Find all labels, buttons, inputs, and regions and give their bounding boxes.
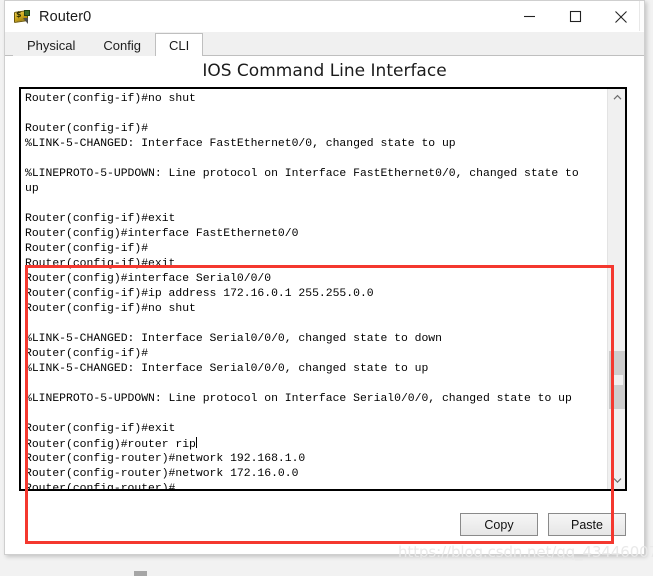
- terminal-line: %LINEPROTO-5-UPDOWN: Line protocol on In…: [25, 393, 572, 405]
- tab-physical[interactable]: Physical: [13, 33, 90, 56]
- maximize-icon: [569, 10, 581, 23]
- router-icon: $: [13, 8, 31, 26]
- text-caret: [195, 437, 197, 448]
- window-edge-sliver: [639, 1, 644, 31]
- terminal-text[interactable]: Router(config-if)#no shut Router(config-i…: [21, 89, 607, 489]
- scrollbar-down-button[interactable]: [608, 472, 626, 489]
- paste-button[interactable]: Paste: [548, 513, 626, 536]
- terminal-line: %LINEPROTO-5-UPDOWN: Line protocol on In…: [25, 168, 579, 180]
- terminal-line: Router(config-router)#network 192.168.1.…: [25, 453, 306, 465]
- watermark: https://blog.csdn.net/qq_43446007: [398, 543, 653, 561]
- terminal-line: Router(config-if)#exit: [25, 213, 176, 225]
- button-row: Copy Paste: [460, 513, 626, 536]
- scrollbar-thumb[interactable]: [609, 351, 625, 409]
- terminal-line: Router(config-if)#exit: [25, 258, 176, 270]
- terminal-line: Router(config-if)#: [25, 123, 149, 135]
- terminal-line: %LINK-5-CHANGED: Interface FastEthernet0…: [25, 138, 456, 150]
- terminal-line: Router(config-if)#exit: [25, 423, 176, 435]
- router-properties-window: $ Router0 Physical Config CLI IOS Comman…: [4, 0, 645, 555]
- title-bar: $ Router0: [5, 1, 644, 32]
- terminal-line: Router(config-router)#: [25, 483, 176, 489]
- chevron-up-icon: [613, 94, 621, 100]
- terminal-line: up: [25, 183, 39, 195]
- tab-physical-label: Physical: [27, 38, 76, 53]
- terminal-line: %LINK-5-CHANGED: Interface Serial0/0/0, …: [25, 333, 442, 345]
- terminal-line: Router(config-if)#no shut: [25, 303, 196, 315]
- terminal-line: Router(config)#interface Serial0/0/0: [25, 273, 272, 285]
- tab-strip: Physical Config CLI: [5, 32, 644, 56]
- terminal-line: Router(config-if)#: [25, 348, 149, 360]
- terminal-scrollbar[interactable]: [607, 89, 625, 489]
- minimize-button[interactable]: [506, 1, 552, 32]
- terminal-line: Router(config-if)#: [25, 243, 149, 255]
- copy-button[interactable]: Copy: [460, 513, 538, 536]
- maximize-button[interactable]: [552, 1, 598, 32]
- terminal-line: Router(config-router)#network 172.16.0.0: [25, 468, 299, 480]
- close-icon: [615, 10, 627, 23]
- paste-button-label: Paste: [571, 517, 603, 532]
- cli-panel: IOS Command Line Interface Router(config…: [5, 56, 644, 554]
- tab-config[interactable]: Config: [89, 33, 155, 56]
- tab-config-label: Config: [103, 38, 141, 53]
- terminal-line: Router(config)#router rip: [25, 437, 197, 451]
- window-title: Router0: [39, 8, 92, 25]
- scrollbar-thumb-notch: [611, 375, 623, 385]
- taskbar-nub: [134, 571, 147, 576]
- terminal-output-area[interactable]: Router(config-if)#no shut Router(config-i…: [19, 87, 627, 491]
- terminal-line: Router(config)#interface FastEthernet0/0: [25, 228, 299, 240]
- copy-button-label: Copy: [484, 517, 514, 532]
- tab-cli-label: CLI: [169, 38, 190, 53]
- terminal-line: %LINK-5-CHANGED: Interface Serial0/0/0, …: [25, 363, 429, 375]
- window-controls: [506, 1, 644, 32]
- terminal-line: Router(config-if)#ip address 172.16.0.1 …: [25, 288, 374, 300]
- terminal-line: Router(config-if)#no shut: [25, 93, 196, 105]
- chevron-down-icon: [613, 478, 621, 484]
- scrollbar-up-button[interactable]: [608, 89, 626, 106]
- tab-cli[interactable]: CLI: [155, 33, 204, 56]
- close-button[interactable]: [598, 1, 644, 32]
- cli-heading: IOS Command Line Interface: [202, 61, 447, 81]
- minimize-icon: [523, 15, 535, 18]
